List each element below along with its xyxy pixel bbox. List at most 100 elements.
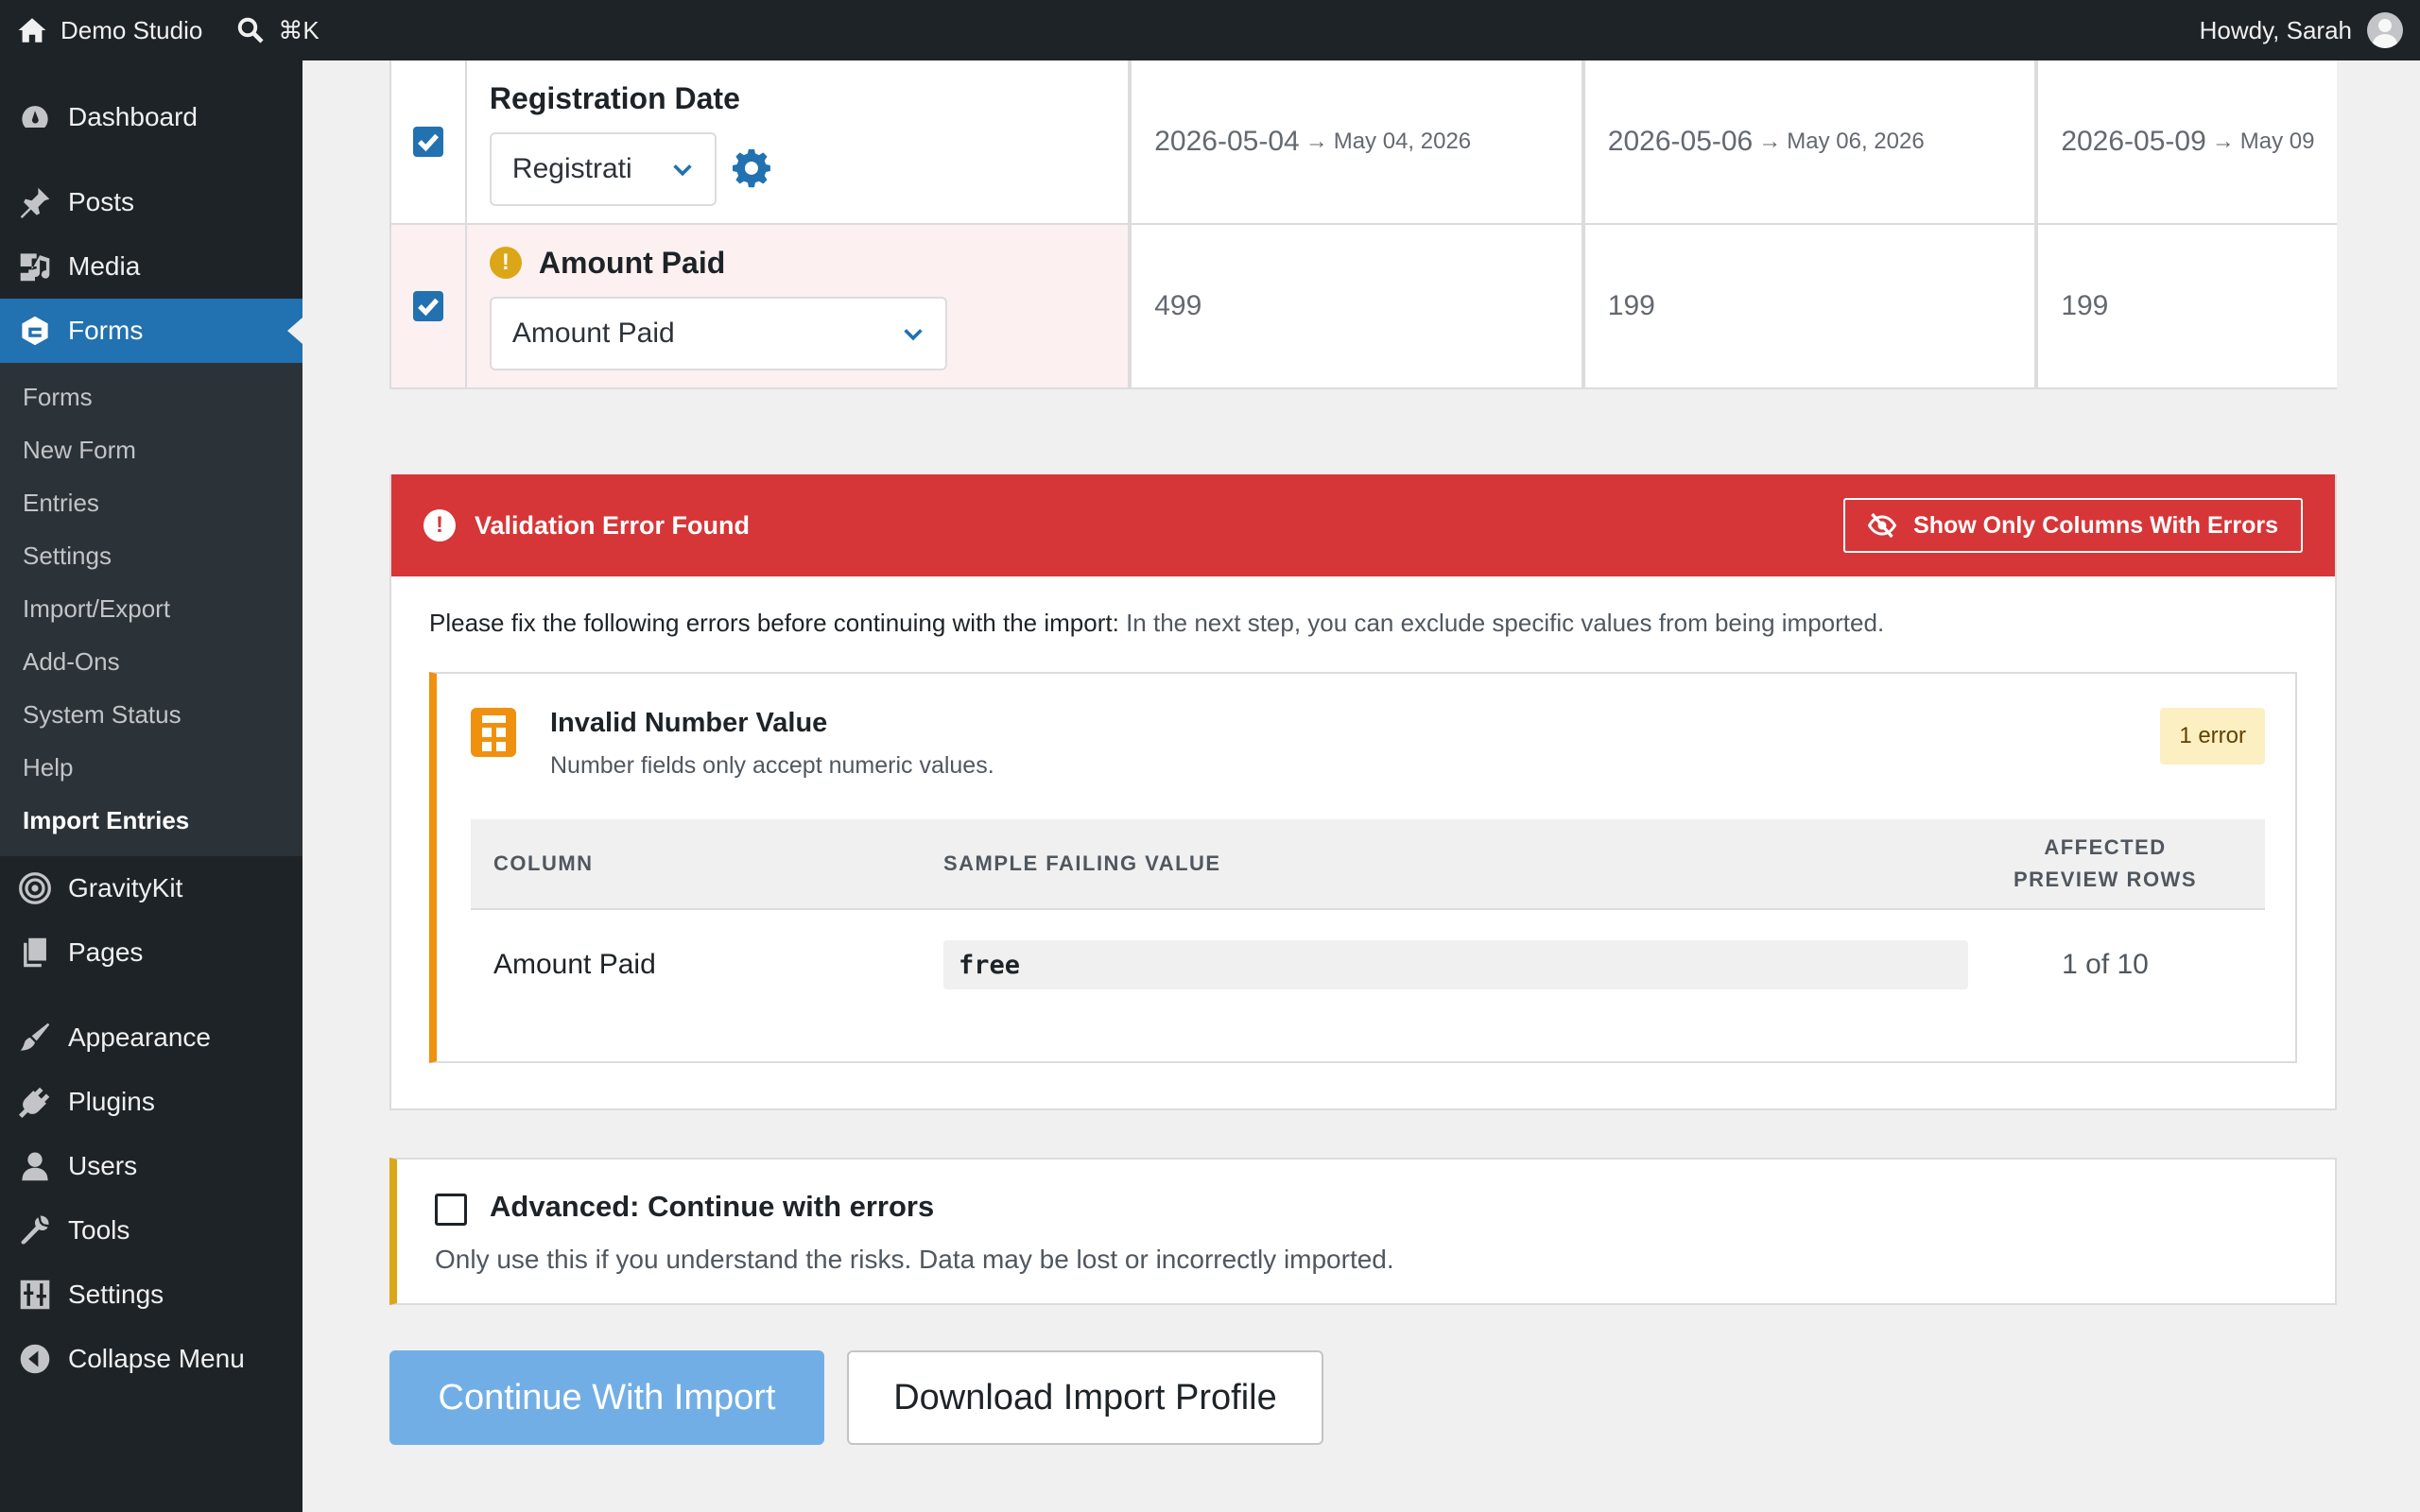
preview-cell: 2026-05-09 → May 09 [2038,60,2338,223]
search-icon [238,17,264,43]
validation-message: Please fix the following errors before c… [429,609,2297,638]
error-card: Invalid Number Value Number fields only … [429,672,2297,1063]
brush-icon [17,1020,53,1056]
menu-label: Posts [68,187,135,216]
user-icon [17,1148,53,1184]
formatted-value: May 09 [2239,129,2315,154]
submenu-add-ons[interactable]: Add-Ons [0,635,302,688]
advanced-title[interactable]: Advanced: Continue with errors [490,1190,934,1224]
arrow-right-icon: → [1758,129,1782,154]
warning-icon: ! [489,247,522,279]
preview-cell: 199 [1584,225,2039,387]
menu-collapse[interactable]: Collapse Menu [0,1327,302,1391]
my-account-menu[interactable]: Howdy, Sarah [2200,0,2420,60]
row-checkbox-cell [391,60,467,223]
action-buttons: Continue With Import Download Import Pro… [389,1350,2337,1445]
collapse-icon [17,1341,53,1377]
sample-cell: free [943,940,1968,989]
site-name-link[interactable]: Demo Studio [0,0,219,60]
error-title: Invalid Number Value [550,708,828,738]
menu-tools[interactable]: Tools [0,1198,302,1263]
main-content: Registration Date Registrati 2026-05-04 … [389,60,2338,1445]
raw-value: 2026-05-09 [2061,126,2206,157]
menu-plugins[interactable]: Plugins [0,1070,302,1134]
preview-cell: 2026-05-06 → May 06, 2026 [1584,60,2039,223]
greeting: Howdy, Sarah [2199,15,2352,44]
search-shortcut: ⌘K [278,15,320,44]
row-checkbox-cell [391,225,467,387]
admin-bar: Demo Studio ⌘K Howdy, Sarah [0,0,2420,60]
menu-label: Forms [68,316,144,345]
pages-icon [17,935,53,971]
error-count-badge: 1 error [2160,708,2265,765]
validation-header: ! Validation Error Found Show Only Colum… [391,474,2335,576]
validation-panel: ! Validation Error Found Show Only Colum… [389,474,2337,1110]
preview-cell: 499 [1132,225,1585,387]
menu-forms[interactable]: Forms [0,299,302,363]
continue-with-errors-checkbox[interactable] [435,1194,467,1226]
sliders-icon [17,1277,53,1313]
field-select[interactable]: Amount Paid [489,297,947,370]
checkmark-icon [418,133,439,152]
admin-sidebar: Dashboard Posts Media Forms Forms New Fo… [0,60,302,1512]
submenu-import-entries[interactable]: Import Entries [0,794,302,847]
validation-body: Please fix the following errors before c… [391,576,2335,1108]
menu-dashboard[interactable]: Dashboard [0,85,302,149]
raw-value: 2026-05-04 [1154,126,1300,157]
preview-cell: 2026-05-04 → May 04, 2026 [1132,60,1585,223]
menu-media[interactable]: Media [0,234,302,299]
submenu-help[interactable]: Help [0,741,302,794]
advanced-continue-box: Advanced: Continue with errors Only use … [389,1158,2337,1305]
menu-settings[interactable]: Settings [0,1263,302,1327]
submenu-new-form[interactable]: New Form [0,423,302,476]
menu-label: Pages [68,937,144,967]
error-subtitle: Number fields only accept numeric values… [550,752,994,779]
field-row-error: ! Amount Paid Amount Paid 499 199 199 [391,225,2338,389]
checkmark-icon [418,298,439,317]
arrow-right-icon: → [1305,129,1328,154]
plug-icon [17,1084,53,1120]
menu-appearance[interactable]: Appearance [0,1005,302,1070]
menu-label: Users [68,1151,138,1180]
menu-posts[interactable]: Posts [0,170,302,234]
continue-import-button[interactable]: Continue With Import [389,1350,824,1445]
field-label: Amount Paid [538,245,726,280]
header-column: COLUMN [493,851,594,875]
row-checkbox[interactable] [412,291,443,321]
submenu-import-export[interactable]: Import/Export [0,582,302,635]
menu-users[interactable]: Users [0,1134,302,1198]
toggle-label: Show Only Columns With Errors [1913,511,2278,539]
submenu-system-status[interactable]: System Status [0,688,302,741]
menu-label: Plugins [68,1087,155,1116]
submenu-settings[interactable]: Settings [0,529,302,582]
field-mapping-cell: Registration Date Registrati [467,60,1132,223]
row-checkbox[interactable] [412,127,443,157]
gravitykit-icon [17,870,53,906]
menu-pages[interactable]: Pages [0,920,302,985]
show-error-columns-button[interactable]: Show Only Columns With Errors [1843,498,2303,553]
pin-icon [17,184,53,220]
wrench-icon [17,1212,53,1248]
field-mapping-cell: ! Amount Paid Amount Paid [467,225,1132,387]
search-button[interactable]: ⌘K [219,0,336,60]
menu-gravitykit[interactable]: GravityKit [0,856,302,920]
download-profile-button[interactable]: Download Import Profile [847,1350,1323,1445]
submenu-forms[interactable]: Forms [0,370,302,423]
error-icon: ! [424,509,456,541]
message-text: Please fix the following errors before c… [429,609,1119,637]
error-table-header: COLUMN SAMPLE FAILING VALUE AFFECTED PRE… [471,819,2265,908]
site-name: Demo Studio [60,15,203,44]
header-sample: SAMPLE FAILING VALUE [943,851,1221,875]
menu-label: GravityKit [68,873,183,902]
field-select[interactable]: Registrati [489,132,717,206]
home-icon [18,18,46,43]
field-mapping-table: Registration Date Registrati 2026-05-04 … [389,60,2338,389]
gear-icon[interactable] [732,149,771,189]
avatar [2367,12,2403,48]
preview-cell: 199 [2038,225,2338,387]
submenu-entries[interactable]: Entries [0,476,302,529]
arrow-right-icon: → [2211,129,2235,154]
select-value: Registrati [511,153,632,184]
menu-label: Dashboard [68,102,198,131]
sample-failing-value: free [943,940,1968,989]
